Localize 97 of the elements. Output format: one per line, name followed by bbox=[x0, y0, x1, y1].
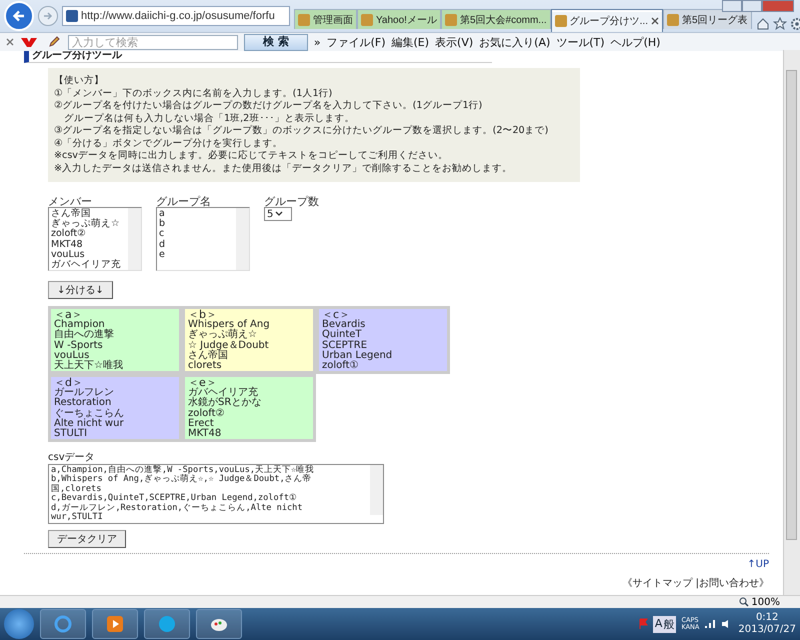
taskbar-app[interactable] bbox=[144, 609, 190, 639]
group-member: Urban Legend bbox=[322, 350, 394, 361]
browser-tab[interactable]: グループ分けツ... bbox=[550, 9, 663, 32]
ime-indicator[interactable]: A般 bbox=[652, 616, 676, 632]
group-member: Champion bbox=[54, 320, 105, 330]
zoom-icon bbox=[739, 597, 750, 607]
instruction-line: ①「メンバー」下のボックス内に名前を入力します。(1人1行) bbox=[54, 88, 334, 100]
pencil-icon[interactable] bbox=[48, 36, 62, 48]
address-field[interactable]: http://www.daiichi-g.co.jp/osusume/forfu bbox=[62, 6, 290, 26]
menu-item[interactable]: お気に入り(A) bbox=[479, 34, 550, 50]
group-name: ＜b＞ bbox=[188, 310, 217, 320]
clear-button[interactable]: データクリア bbox=[48, 530, 126, 548]
group-member: ガバヘイリア充 bbox=[188, 388, 258, 398]
group-member: Alte nicht wur bbox=[54, 418, 125, 429]
menu-item[interactable]: 表示(V) bbox=[435, 34, 474, 50]
close-button[interactable] bbox=[762, 0, 794, 12]
instruction-line: グループ名は何も入力しない場合「1班,2班･･･」と表示します。 bbox=[63, 112, 356, 125]
settings-icon[interactable] bbox=[790, 17, 800, 31]
csv-field[interactable]: a,Champion,自由への進撃,W -Sports,vouLus,天上天下☆唯我 b,Whispers of Ang,ぎゃっぷ萌え☆,☆ Judge＆Doubt,さん帝 国,clorets c,Bevardis,QuinteT,SCEPTRE,Urban Legend,zoloft① d,ガールフレン,Restoration,ぐーちょこらん,Alte nicht wur,STULTI bbox=[48, 464, 384, 524]
menu-item[interactable]: 編集(E) bbox=[392, 34, 430, 50]
group-member: ぎゃっぷ萌え☆ bbox=[188, 330, 257, 340]
taskbar-app[interactable] bbox=[196, 609, 242, 639]
scrollbar[interactable] bbox=[236, 208, 249, 270]
group-member: SCEPTRE bbox=[322, 340, 368, 351]
split-button[interactable]: ↓分ける↓ bbox=[48, 281, 113, 299]
search-button[interactable]: 検 索 bbox=[244, 34, 308, 50]
group-member: ぐーちょこらん bbox=[54, 408, 125, 419]
taskbar-app[interactable] bbox=[40, 609, 86, 639]
site-icon bbox=[298, 14, 310, 26]
arrow-left-icon bbox=[12, 9, 26, 23]
minimize-button[interactable] bbox=[722, 0, 742, 12]
members-label: メンバー bbox=[48, 194, 93, 207]
maximize-button[interactable] bbox=[742, 0, 762, 12]
signal-icon bbox=[704, 619, 716, 629]
site-icon bbox=[444, 14, 457, 26]
group-member: 自由への進撃 bbox=[54, 330, 115, 340]
group-member: clorets bbox=[188, 361, 223, 372]
star-icon[interactable] bbox=[772, 17, 787, 31]
menu-item[interactable]: ツール(T) bbox=[556, 34, 605, 50]
instruction-line: ※csvデータを同時に出力します。必要に応じてテキストをコピーしてご利用ください。 bbox=[54, 150, 449, 162]
group-member: ☆ Judge＆Doubt bbox=[188, 340, 270, 351]
site-icon bbox=[361, 14, 373, 26]
csv-label: csvデータ bbox=[48, 451, 96, 464]
more-button[interactable]: » bbox=[314, 36, 321, 48]
group-member: 水鏡がSRとかな bbox=[188, 398, 262, 408]
group-name: ＜c＞ bbox=[322, 310, 350, 320]
footer-links[interactable]: 《サイトマップ |お問い合わせ》 bbox=[622, 576, 770, 590]
caret-icon bbox=[275, 211, 284, 217]
scrollbar[interactable] bbox=[783, 50, 800, 595]
group-member: W -Sports bbox=[54, 340, 104, 351]
up-link[interactable]: ↑UP bbox=[747, 559, 770, 570]
forward-button[interactable] bbox=[38, 6, 58, 26]
arrow-right-icon bbox=[43, 11, 53, 21]
instruction-line: 【使い方】 bbox=[54, 75, 105, 88]
group-count-select[interactable]: 5 bbox=[264, 207, 292, 221]
group-member: zoloft② bbox=[188, 408, 226, 419]
browser-tab[interactable]: 第5回大会#comm... bbox=[440, 9, 551, 29]
browser-tab[interactable]: 第5回リーグ表 bbox=[662, 9, 752, 29]
group-member: ガールフレン bbox=[54, 388, 115, 398]
browser-tab[interactable]: Yahoo!メール bbox=[357, 9, 441, 29]
group-member: Restoration bbox=[54, 398, 112, 408]
start-button[interactable] bbox=[4, 609, 34, 639]
group-member: 天上天下☆唯我 bbox=[54, 361, 124, 372]
group-names-field[interactable]: a b c d e bbox=[156, 207, 250, 271]
group-names-label: グループ名 bbox=[156, 194, 212, 207]
group-member: Bevardis bbox=[322, 320, 366, 330]
group-member: さん帝国 bbox=[188, 350, 229, 361]
group-name: ＜d＞ bbox=[54, 378, 83, 388]
group-member: QuinteT bbox=[322, 330, 363, 340]
instruction-line: ②グループ名を付けたい場合はグループの数だけグループ名を入力して下さい。(1グループ1行) bbox=[54, 100, 484, 112]
instruction-line: ③グループ名を指定しない場合は「グループ数」のボックスに分けたいグループ数を選択します。(2〜20まで) bbox=[54, 125, 550, 138]
site-icon bbox=[554, 15, 567, 27]
group-member: MKT48 bbox=[188, 429, 222, 440]
zoom-control[interactable]: 100% bbox=[739, 596, 780, 608]
scrollbar[interactable] bbox=[370, 465, 383, 515]
group-member: zoloft① bbox=[322, 361, 358, 372]
group-count-label: グループ数 bbox=[264, 194, 319, 207]
close-icon[interactable] bbox=[6, 38, 14, 46]
menu-item[interactable]: ファイル(F) bbox=[326, 34, 386, 50]
clock[interactable]: 0:12 2013/07/27 bbox=[738, 612, 796, 636]
members-field[interactable]: さん帝国 ぎゃっぷ萌え☆ zoloft② MKT48 vouLus ガバヘイリア充 bbox=[48, 207, 142, 271]
instruction-line: ※入力したデータは送信されません。また使用後は「データクリア」で削除することをお勧めします。 bbox=[54, 162, 514, 175]
menu-item[interactable]: ヘルプ(H) bbox=[610, 34, 660, 50]
taskbar-app[interactable] bbox=[92, 609, 138, 639]
browser-tab[interactable]: 管理画面 bbox=[294, 9, 357, 29]
instruction-line: ④「分ける」ボタンでグループ分けを実行します。 bbox=[54, 138, 284, 150]
group-member: Erect bbox=[188, 418, 214, 429]
flag-icon bbox=[638, 618, 648, 630]
site-icon bbox=[666, 14, 679, 26]
group-name: ＜e＞ bbox=[188, 378, 217, 388]
back-button[interactable] bbox=[4, 1, 34, 31]
play-icon bbox=[105, 614, 125, 634]
close-icon[interactable] bbox=[650, 17, 659, 25]
group-name: ＜a＞ bbox=[54, 310, 83, 320]
scrollbar[interactable] bbox=[128, 208, 141, 270]
group-member: STULTI bbox=[54, 429, 88, 440]
group-member: vouLus bbox=[54, 350, 90, 361]
